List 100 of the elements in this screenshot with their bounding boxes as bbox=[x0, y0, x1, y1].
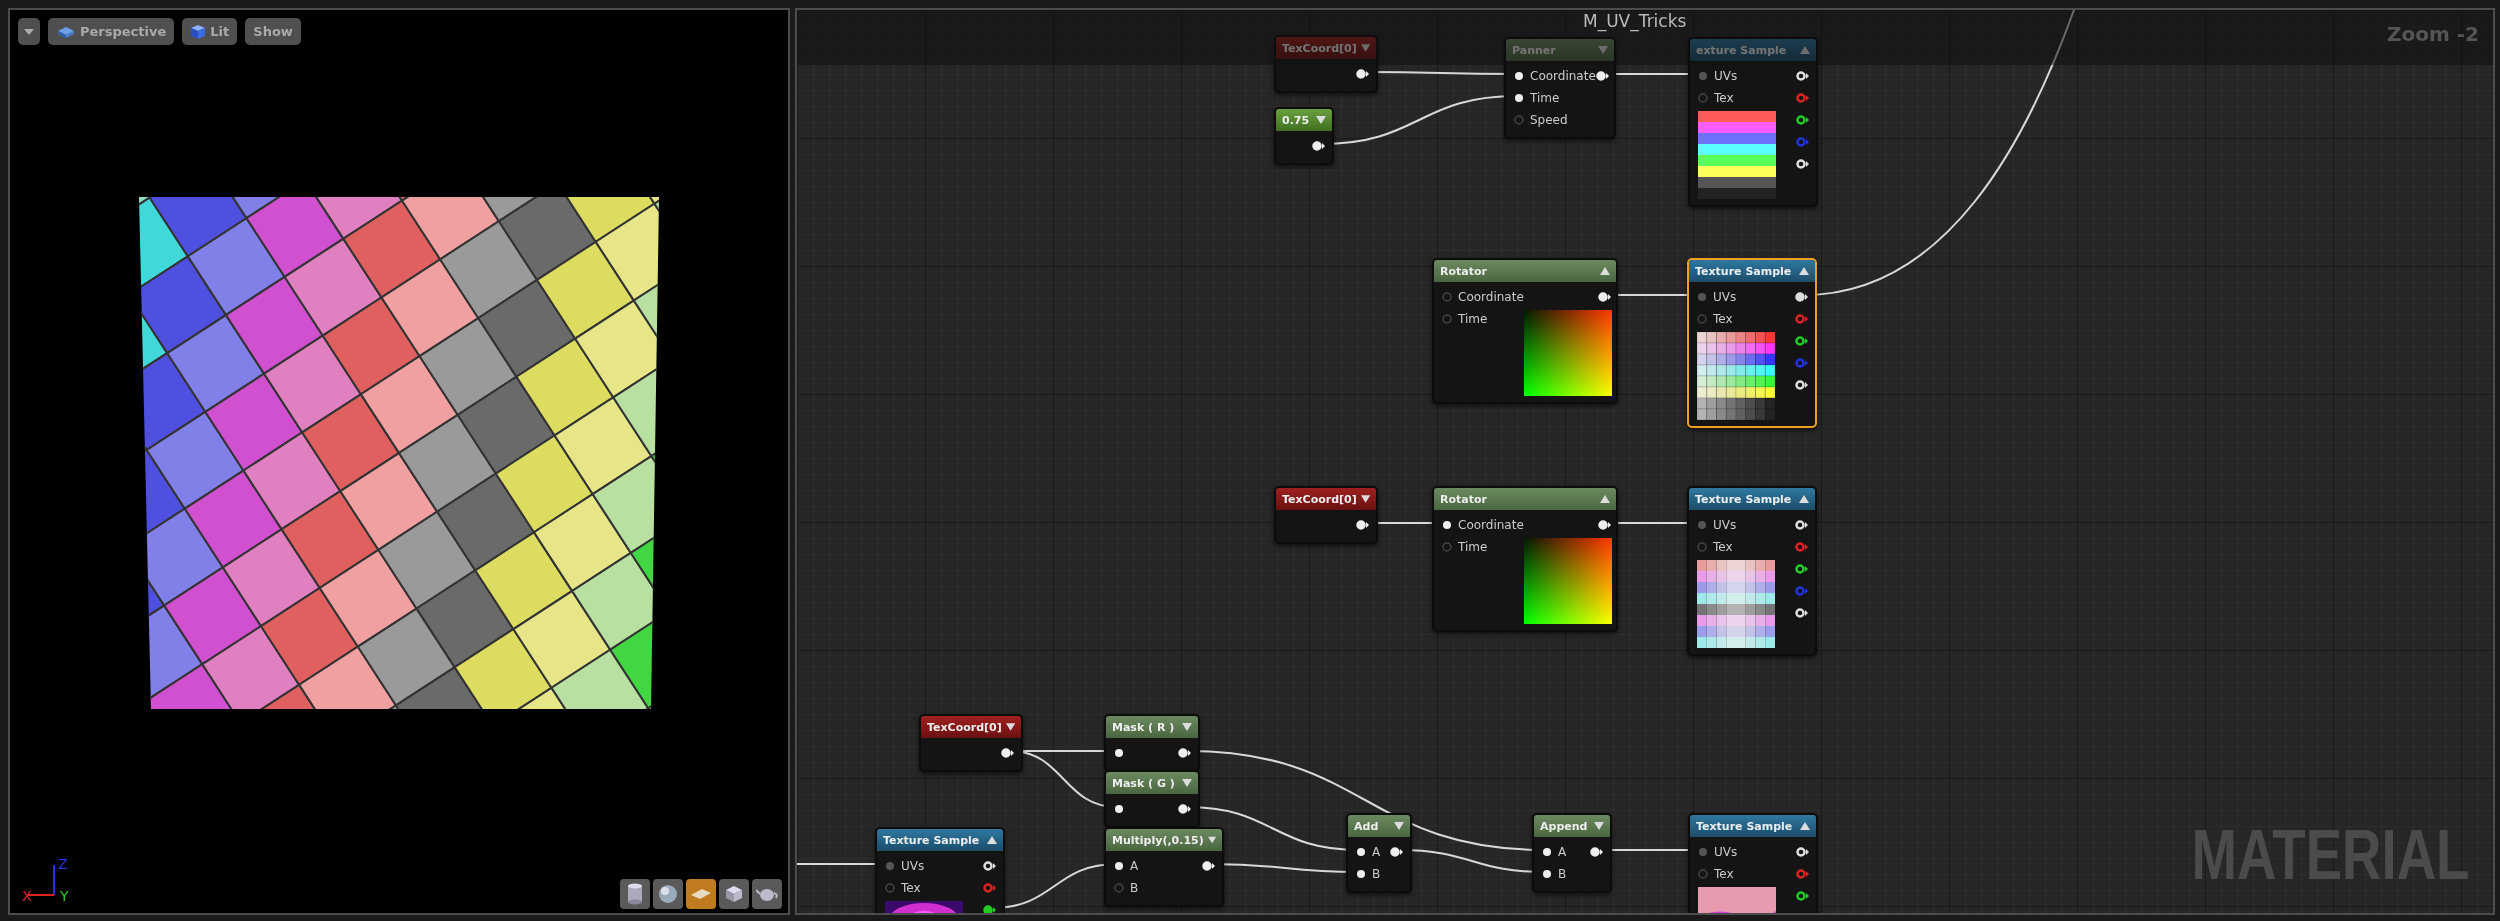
collapse-arrow-icon[interactable] bbox=[1316, 116, 1326, 124]
material-node[interactable]: Texture Sample UVs Tex bbox=[1687, 486, 1817, 656]
input-pin-icon[interactable] bbox=[1356, 847, 1366, 857]
collapse-arrow-icon[interactable] bbox=[1800, 822, 1810, 830]
input-pin-icon[interactable] bbox=[1114, 883, 1124, 893]
output-pin-icon[interactable] bbox=[1356, 520, 1370, 530]
output-pin-icon[interactable] bbox=[1795, 336, 1809, 346]
show-button[interactable]: Show bbox=[245, 18, 301, 45]
node-title: Texture Sample bbox=[1695, 264, 1792, 278]
input-pin-icon[interactable] bbox=[1697, 520, 1707, 530]
input-pin-icon[interactable] bbox=[1514, 93, 1524, 103]
input-pin-icon[interactable] bbox=[885, 861, 895, 871]
preview-mesh-button[interactable] bbox=[686, 879, 716, 909]
material-node[interactable]: exture Sample UVs Tex bbox=[1688, 37, 1818, 207]
pin-label: B bbox=[1558, 867, 1567, 881]
output-pin-icon[interactable] bbox=[1390, 847, 1404, 857]
output-pin-icon[interactable] bbox=[1356, 69, 1370, 79]
perspective-button[interactable]: Perspective bbox=[48, 18, 175, 45]
input-pin-icon[interactable] bbox=[1514, 115, 1524, 125]
input-pin-icon[interactable] bbox=[1697, 542, 1707, 552]
material-node[interactable]: Texture Sample UVs Tex bbox=[1688, 813, 1818, 913]
output-pin-icon[interactable] bbox=[1202, 861, 1216, 871]
output-pin-icon[interactable] bbox=[1595, 71, 1610, 81]
pin-label: UVs bbox=[1713, 290, 1737, 304]
collapse-arrow-icon[interactable] bbox=[1360, 495, 1370, 503]
output-pin-icon[interactable] bbox=[1795, 292, 1809, 302]
input-pin-icon[interactable] bbox=[1114, 748, 1124, 758]
collapse-arrow-icon[interactable] bbox=[1360, 44, 1370, 52]
output-pin-icon[interactable] bbox=[1796, 115, 1810, 125]
input-pin-icon[interactable] bbox=[1542, 847, 1552, 857]
input-pin-icon[interactable] bbox=[885, 883, 895, 893]
output-pin-icon[interactable] bbox=[1795, 380, 1809, 390]
material-node[interactable]: TexCoord[0] bbox=[1274, 486, 1378, 544]
collapse-arrow-icon[interactable] bbox=[1799, 495, 1809, 503]
pin-label: UVs bbox=[901, 859, 925, 873]
lit-button[interactable]: Lit bbox=[182, 18, 238, 45]
preview-mesh-button[interactable] bbox=[620, 879, 650, 909]
input-pin-icon[interactable] bbox=[1442, 520, 1452, 530]
collapse-arrow-icon[interactable] bbox=[987, 836, 997, 844]
collapse-arrow-icon[interactable] bbox=[1005, 723, 1015, 731]
preview-mesh-button[interactable] bbox=[719, 879, 749, 909]
output-pin-icon[interactable] bbox=[983, 861, 997, 871]
zoom-level: Zoom -2 bbox=[2387, 22, 2479, 46]
output-pin-icon[interactable] bbox=[1178, 748, 1192, 758]
collapse-arrow-icon[interactable] bbox=[1600, 267, 1610, 275]
viewport-menu-button[interactable] bbox=[18, 18, 40, 45]
collapse-arrow-icon[interactable] bbox=[1394, 822, 1404, 830]
output-pin-icon[interactable] bbox=[1796, 891, 1810, 901]
output-pin-icon[interactable] bbox=[1597, 292, 1612, 302]
output-pin-icon[interactable] bbox=[983, 905, 997, 913]
input-pin-icon[interactable] bbox=[1442, 292, 1452, 302]
output-pin-icon[interactable] bbox=[1178, 804, 1192, 814]
output-pin-icon[interactable] bbox=[1795, 564, 1809, 574]
input-pin-icon[interactable] bbox=[1514, 71, 1524, 81]
material-node[interactable]: Texture Sample UVs Tex bbox=[875, 827, 1005, 913]
input-pin-icon[interactable] bbox=[1114, 861, 1124, 871]
collapse-arrow-icon[interactable] bbox=[1207, 836, 1216, 844]
collapse-arrow-icon[interactable] bbox=[1600, 495, 1610, 503]
material-node[interactable]: Multiply(,0.15) A B bbox=[1104, 827, 1224, 907]
input-pin-icon[interactable] bbox=[1114, 804, 1124, 814]
material-node[interactable]: Mask ( G ) bbox=[1104, 770, 1200, 828]
input-pin-icon[interactable] bbox=[1698, 847, 1708, 857]
material-node[interactable]: Panner Coordinate Time Speed bbox=[1504, 37, 1616, 139]
collapse-arrow-icon[interactable] bbox=[1594, 822, 1604, 830]
material-node[interactable]: Texture Sample UVs Tex bbox=[1687, 258, 1817, 428]
input-pin-icon[interactable] bbox=[1697, 292, 1707, 302]
material-node[interactable]: Mask ( R ) bbox=[1104, 714, 1200, 772]
material-node[interactable]: Rotator Coordinate Time bbox=[1432, 258, 1618, 404]
collapse-arrow-icon[interactable] bbox=[1182, 779, 1192, 787]
output-pin-icon[interactable] bbox=[1796, 847, 1810, 857]
output-pin-icon[interactable] bbox=[1590, 847, 1604, 857]
input-pin-icon[interactable] bbox=[1697, 314, 1707, 324]
collapse-arrow-icon[interactable] bbox=[1182, 723, 1192, 731]
input-pin-icon[interactable] bbox=[1442, 542, 1452, 552]
material-node[interactable]: Add A B bbox=[1346, 813, 1412, 893]
input-pin-icon[interactable] bbox=[1442, 314, 1452, 324]
pin-label: Coordinate bbox=[1458, 518, 1524, 532]
node-title: Add bbox=[1354, 819, 1379, 833]
output-pin-icon[interactable] bbox=[1795, 520, 1809, 530]
material-node[interactable]: Append A B bbox=[1532, 813, 1612, 893]
material-node[interactable]: Rotator Coordinate Time bbox=[1432, 486, 1618, 632]
node-title: Append bbox=[1540, 819, 1588, 833]
output-pin-icon[interactable] bbox=[1796, 71, 1810, 81]
output-pin-icon[interactable] bbox=[1597, 520, 1612, 530]
input-pin-icon[interactable] bbox=[1542, 869, 1552, 879]
output-pin-icon[interactable] bbox=[1312, 141, 1326, 151]
output-pin-icon[interactable] bbox=[1796, 159, 1810, 169]
input-pin-icon[interactable] bbox=[1698, 869, 1708, 879]
preview-mesh-button[interactable] bbox=[653, 879, 683, 909]
material-node[interactable]: TexCoord[0] bbox=[919, 714, 1023, 772]
pin-label: UVs bbox=[1713, 518, 1737, 532]
preview-mesh-button[interactable] bbox=[752, 879, 782, 909]
collapse-arrow-icon[interactable] bbox=[1799, 267, 1809, 275]
input-pin-icon[interactable] bbox=[1698, 71, 1708, 81]
pin-label: Tex bbox=[1713, 312, 1733, 326]
output-pin-icon[interactable] bbox=[1001, 748, 1015, 758]
output-pin-icon[interactable] bbox=[1795, 608, 1809, 618]
material-node[interactable]: 0.75 bbox=[1274, 107, 1334, 165]
input-pin-icon[interactable] bbox=[1356, 869, 1366, 879]
input-pin-icon[interactable] bbox=[1698, 93, 1708, 103]
